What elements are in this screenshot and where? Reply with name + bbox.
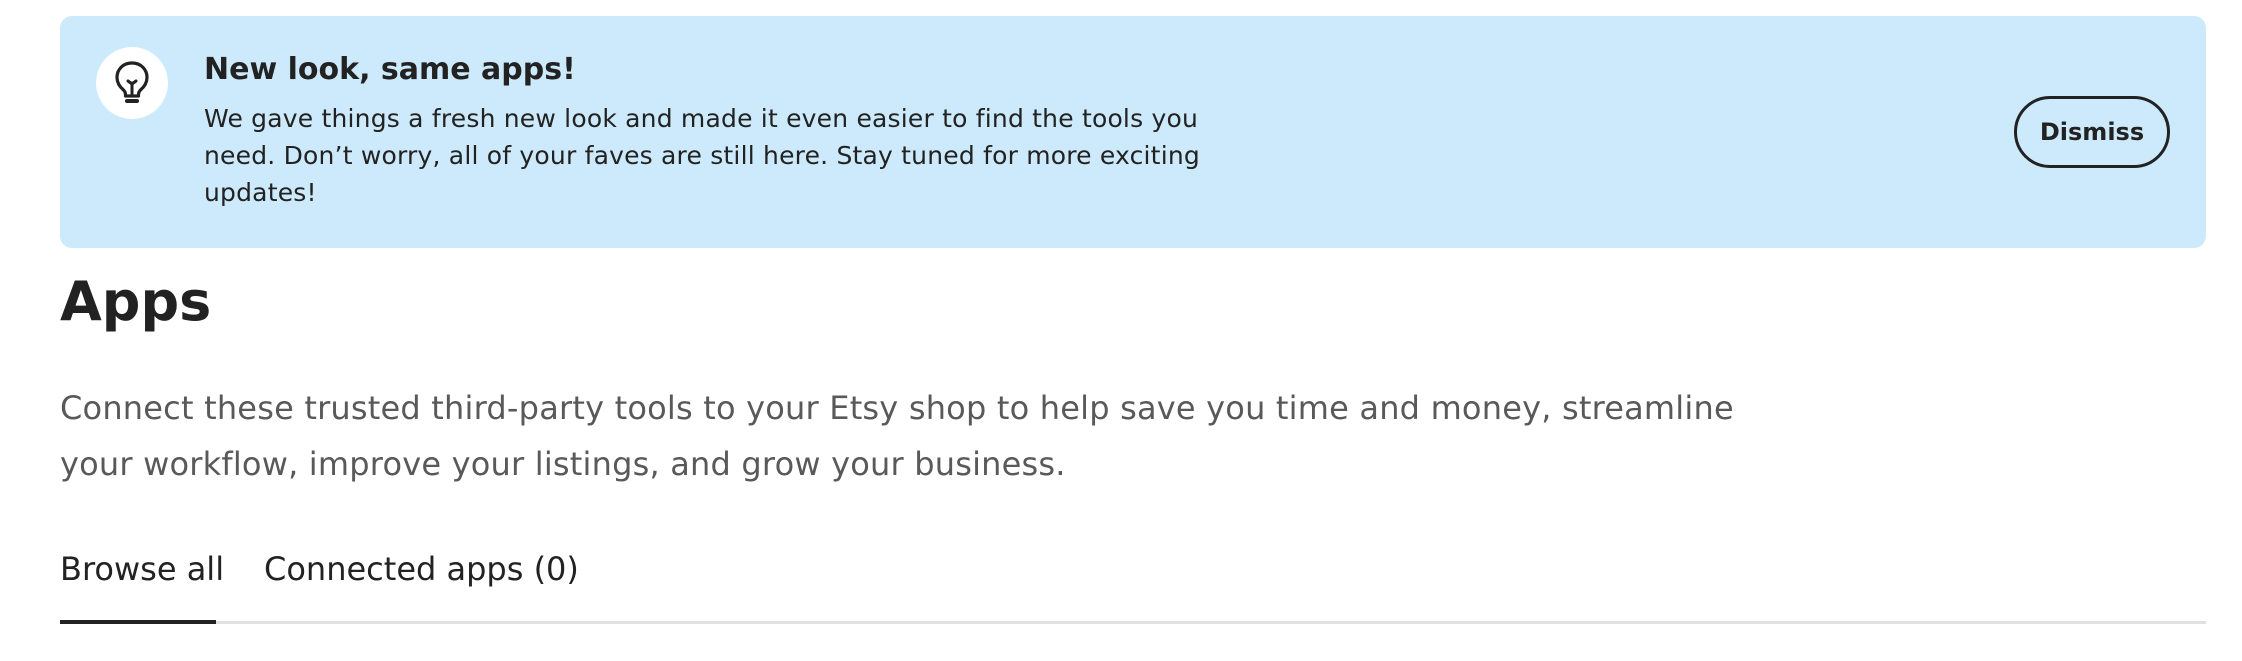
page-description: Connect these trusted third-party tools … xyxy=(60,389,1734,483)
tab-browse-all[interactable]: Browse all xyxy=(60,550,224,588)
page-title: Apps xyxy=(60,270,212,333)
banner-title: New look, same apps! xyxy=(204,52,576,87)
active-tab-indicator xyxy=(60,620,216,624)
tab-bar: Browse all Connected apps (0) xyxy=(60,540,2206,624)
banner-text: New look, same apps! We gave things a fr… xyxy=(204,52,1244,211)
announcement-banner: New look, same apps! We gave things a fr… xyxy=(60,16,2206,248)
dismiss-button[interactable]: Dismiss xyxy=(2014,96,2170,168)
lightbulb-icon xyxy=(115,61,149,103)
tab-connected-apps[interactable]: Connected apps (0) xyxy=(264,550,579,588)
banner-body: We gave things a fresh new look and made… xyxy=(204,104,1200,207)
banner-icon-circle xyxy=(96,47,168,119)
